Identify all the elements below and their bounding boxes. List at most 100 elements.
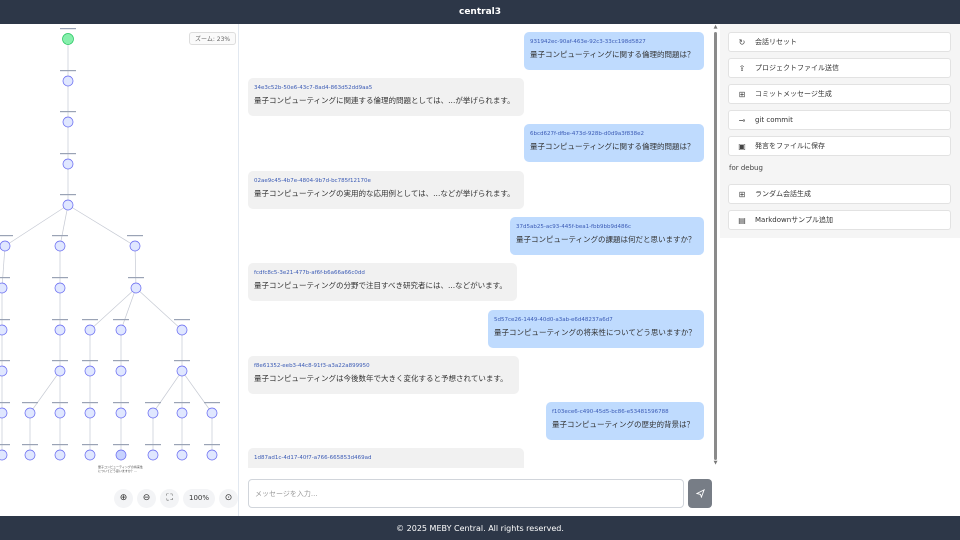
send-button[interactable] xyxy=(688,479,712,508)
user-message: f103ece6-c490-45d5-bc86-e53481596788 量子コン… xyxy=(546,402,704,440)
button-label: git commit xyxy=(755,116,793,124)
tree-node-label xyxy=(113,444,129,446)
conversation-tree-graph[interactable] xyxy=(0,24,239,516)
tree-edge xyxy=(1,245,6,289)
tree-node[interactable] xyxy=(115,449,127,461)
tree-edge xyxy=(134,245,137,289)
tree-node-label xyxy=(113,402,129,404)
tree-node[interactable] xyxy=(115,365,127,377)
tree-node[interactable] xyxy=(0,449,8,461)
tree-edge xyxy=(89,287,137,331)
message-input-wrapper xyxy=(248,479,684,508)
tree-node[interactable] xyxy=(206,407,218,419)
scroll-down-arrow-icon[interactable]: ▼ xyxy=(713,460,718,466)
tree-node[interactable] xyxy=(206,449,218,461)
chat-panel: 931942ec-90af-463e-92c3-33cc198d5827 量子コン… xyxy=(240,24,720,516)
tree-node-label xyxy=(22,402,38,404)
message-id: 34e3c52b-50e6-43c7-8ad4-863d52dd9aa5 xyxy=(254,85,373,91)
message-input[interactable] xyxy=(249,480,683,507)
zoom-reset-button[interactable]: 100% xyxy=(183,488,216,508)
message-text: 量子コンピューティングに関する倫理的問題は？ xyxy=(530,50,695,59)
tree-node[interactable] xyxy=(0,365,8,377)
assistant-message: fcdfc8c5-3e21-477b-af6f-b6a66a66c0dd 量子コン… xyxy=(248,263,517,301)
copyright-text: © 2025 MEBY Central. All rights reserved… xyxy=(396,523,564,533)
tree-node[interactable] xyxy=(54,240,66,252)
tree-node[interactable] xyxy=(176,365,188,377)
button-label: コミットメッセージ生成 xyxy=(755,90,832,98)
tree-node-label xyxy=(113,319,129,321)
tree-node-label xyxy=(60,111,76,113)
tree-node[interactable] xyxy=(115,324,127,336)
add-markdown-sample-button[interactable]: ▤ Markdownサンプル追加 xyxy=(728,210,951,230)
git-commit-button[interactable]: ⊸ git commit xyxy=(728,110,951,130)
tree-node[interactable] xyxy=(62,75,74,87)
tree-node-label xyxy=(60,194,76,196)
tree-node[interactable] xyxy=(24,449,36,461)
tree-node[interactable] xyxy=(62,158,74,170)
tree-node[interactable] xyxy=(176,449,188,461)
tree-node-label xyxy=(0,360,10,362)
generate-random-conversation-icon: ⊞ xyxy=(738,189,746,199)
tree-node[interactable] xyxy=(84,449,96,461)
app-title: central3 xyxy=(458,7,501,17)
tree-node-label xyxy=(52,402,68,404)
debug-section-label: for debug xyxy=(729,164,763,172)
tree-edge xyxy=(120,287,137,331)
center-view-button[interactable]: ⊙ xyxy=(219,488,238,508)
tree-node[interactable] xyxy=(0,324,8,336)
tree-node-label xyxy=(113,360,129,362)
tree-edge xyxy=(152,370,183,414)
conversation-tree-panel[interactable]: ズーム: 23% 量子コンピューティングの将来性についてどう思いますか？... … xyxy=(0,24,239,516)
tree-root-node[interactable] xyxy=(62,33,74,45)
tree-node-label xyxy=(52,319,68,321)
tree-node[interactable] xyxy=(54,365,66,377)
tree-node[interactable] xyxy=(147,407,159,419)
tree-node[interactable] xyxy=(0,240,11,252)
scroll-up-arrow-icon[interactable]: ▲ xyxy=(713,24,718,30)
tree-node[interactable] xyxy=(176,407,188,419)
tree-node[interactable] xyxy=(84,365,96,377)
fit-view-button[interactable]: ⛶ xyxy=(160,488,179,508)
tree-node[interactable] xyxy=(84,324,96,336)
tree-node[interactable] xyxy=(129,240,141,252)
tree-node[interactable] xyxy=(0,282,8,294)
zoom-out-button[interactable]: ⊖ xyxy=(137,488,156,508)
zoom-in-button[interactable]: ⊕ xyxy=(114,488,133,508)
tree-node[interactable] xyxy=(0,407,8,419)
tree-node-label xyxy=(82,360,98,362)
add-markdown-sample-icon: ▤ xyxy=(738,215,746,225)
app-header: central3 xyxy=(0,0,960,24)
message-list[interactable]: 931942ec-90af-463e-92c3-33cc198d5827 量子コン… xyxy=(240,24,712,468)
tree-node[interactable] xyxy=(54,324,66,336)
tree-node-label xyxy=(145,444,161,446)
button-label: Markdownサンプル追加 xyxy=(755,216,833,224)
tree-node[interactable] xyxy=(24,407,36,419)
tree-node-label xyxy=(52,277,68,279)
user-message: 37d5ab25-ac93-445f-bea1-fbb9bb9d486c 量子コン… xyxy=(510,217,704,255)
scrollbar-thumb[interactable] xyxy=(714,32,717,460)
message-text: 量子コンピューティングは今後数年で大きく変化すると予想されています。 xyxy=(254,374,508,383)
tree-node[interactable] xyxy=(176,324,188,336)
user-message: 5d57ce26-1449-40d0-a3ab-e6d48237a6d7 量子コン… xyxy=(488,310,704,348)
tree-node[interactable] xyxy=(54,282,66,294)
tree-node[interactable] xyxy=(115,407,127,419)
tree-node-label xyxy=(174,360,190,362)
node-tooltip: 量子コンピューティングの将来性についてどう思いますか？... xyxy=(98,465,143,473)
tree-node[interactable] xyxy=(62,116,74,128)
send-project-files-button[interactable]: ⇪ プロジェクトファイル送信 xyxy=(728,58,951,78)
tree-node[interactable] xyxy=(147,449,159,461)
tree-node-label xyxy=(22,444,38,446)
tree-node[interactable] xyxy=(54,407,66,419)
reset-conversation-button[interactable]: ↻ 会話リセット xyxy=(728,32,951,52)
tree-node[interactable] xyxy=(62,199,74,211)
generate-commit-message-button[interactable]: ⊞ コミットメッセージ生成 xyxy=(728,84,951,104)
button-label: ランダム会話生成 xyxy=(755,190,811,198)
tree-node-label xyxy=(204,402,220,404)
save-to-file-button[interactable]: ▣ 発言をファイルに保存 xyxy=(728,136,951,156)
generate-random-conversation-button[interactable]: ⊞ ランダム会話生成 xyxy=(728,184,951,204)
tree-node[interactable] xyxy=(84,407,96,419)
message-text: 量子コンピューティングに関する倫理的問題は？ xyxy=(530,142,695,151)
message-scrollbar[interactable]: ▲ ▼ xyxy=(713,24,718,466)
tree-node[interactable] xyxy=(54,449,66,461)
tree-node[interactable] xyxy=(130,282,142,294)
